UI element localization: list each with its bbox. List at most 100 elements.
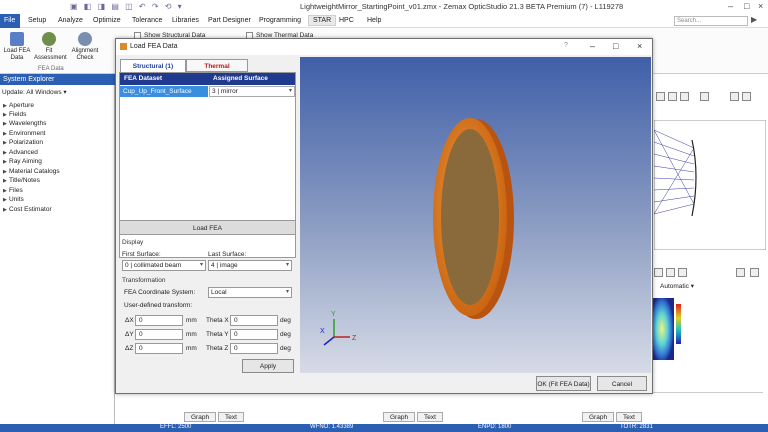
help-icon[interactable]: ? (564, 42, 568, 49)
explorer-item-units[interactable]: ▶ Units (3, 196, 24, 203)
tool-icon[interactable] (656, 92, 665, 101)
minimize-icon[interactable]: – (728, 1, 733, 11)
tool-icon[interactable] (736, 268, 745, 277)
tool-icon[interactable] (700, 92, 709, 101)
surface-map-plot (652, 298, 681, 360)
status-bar: EFFL: 2500 WFNO: 1.43389 ENPD: 1800 TOTR… (0, 424, 768, 432)
play-icon[interactable]: ▶ (751, 15, 757, 24)
menu-hpc[interactable]: HPC (339, 17, 354, 24)
axis-x-label: X (320, 328, 325, 335)
dialog-minimize-icon[interactable]: – (590, 41, 595, 51)
menu-tolerance[interactable]: Tolerance (132, 17, 162, 24)
search-input[interactable]: Search... (674, 16, 748, 26)
dx-label: ΔX (125, 317, 134, 324)
layout-plot (654, 120, 766, 250)
menu-analyze[interactable]: Analyze (58, 17, 83, 24)
explorer-item-polarization[interactable]: ▶ Polarization (3, 139, 43, 146)
table-header: FEA Dataset Assigned Surface (120, 73, 295, 85)
dz-unit: mm (186, 345, 197, 352)
tool-icon[interactable] (742, 92, 751, 101)
menu-part-designer[interactable]: Part Designer (208, 17, 251, 24)
right-analysis-area: Automatic ▾ (650, 74, 768, 424)
fea-dataset-cell[interactable]: Cup_Up_Front_Surface (120, 86, 208, 97)
text-tab-3[interactable]: Text (616, 412, 642, 422)
menu-setup[interactable]: Setup (28, 17, 46, 24)
theta-x-unit: deg (280, 317, 291, 324)
status-enpd: ENPD: 1800 (478, 424, 512, 430)
maximize-icon[interactable]: □ (744, 1, 749, 11)
explorer-item-aperture[interactable]: ▶ Aperture (3, 102, 34, 109)
explorer-item-ray-aiming[interactable]: ▶ Ray Aiming (3, 158, 42, 165)
dialog-app-icon (120, 43, 127, 50)
last-surface-label: Last Surface: (208, 251, 247, 258)
apply-button[interactable]: Apply (242, 359, 294, 373)
explorer-item-environment[interactable]: ▶ Environment (3, 130, 46, 137)
tool-icon[interactable] (730, 92, 739, 101)
tool-icon[interactable] (678, 268, 687, 277)
tool-icon[interactable] (750, 268, 759, 277)
tool-icon[interactable] (654, 268, 663, 277)
dx-unit: mm (186, 317, 197, 324)
automatic-dropdown[interactable]: Automatic ▾ (660, 282, 694, 290)
graph-tab-2[interactable]: Graph (383, 412, 416, 422)
explorer-item-material-catalogs[interactable]: ▶ Material Catalogs (3, 168, 60, 175)
explorer-item-cost-estimator[interactable]: ▶ Cost Estimator (3, 206, 52, 213)
dz-input[interactable]: 0 (135, 343, 183, 354)
graph-tab-3[interactable]: Graph (582, 412, 615, 422)
status-totr: TOTR: 2831 (620, 424, 653, 430)
fit-assessment-icon (42, 32, 56, 46)
explorer-item-title-notes[interactable]: ▶ Title/Notes (3, 177, 40, 184)
theta-z-label: Theta Z (206, 345, 229, 352)
window-title-bar: ▣ ◧ ◨ ▤ ◫ ↶ ↷ ⟲ ▾ LightweightMirror_Star… (0, 0, 768, 14)
coord-system-select[interactable]: Local ▾ (208, 287, 292, 298)
menu-programming[interactable]: Programming (259, 17, 301, 24)
update-dropdown[interactable]: Update: All Windows ▾ (2, 88, 67, 96)
first-surface-select[interactable]: 0 | collimated beam ▾ (122, 260, 206, 271)
tab-structural[interactable]: Structural (1) (120, 59, 186, 72)
theta-x-label: Theta X (206, 317, 229, 324)
user-transform-label: User-defined transform: (124, 302, 193, 309)
text-tab-2[interactable]: Text (417, 412, 443, 422)
tool-icon[interactable] (680, 92, 689, 101)
dx-input[interactable]: 0 (135, 315, 183, 326)
alignment-check-button[interactable]: Alignment Check (70, 32, 100, 62)
explorer-item-fields[interactable]: ▶ Fields (3, 111, 26, 118)
tool-icon[interactable] (668, 92, 677, 101)
tab-thermal[interactable]: Thermal (186, 59, 248, 72)
load-fea-data-button[interactable]: Load FEA Data (2, 32, 32, 62)
load-fea-button[interactable]: Load FEA (119, 220, 296, 235)
tool-icon[interactable] (666, 268, 675, 277)
status-effl: EFFL: 2500 (160, 424, 192, 430)
text-tab-1[interactable]: Text (218, 412, 244, 422)
theta-z-unit: deg (280, 345, 291, 352)
quick-access-toolbar[interactable]: ▣ ◧ ◨ ▤ ◫ ↶ ↷ ⟲ ▾ (70, 2, 184, 11)
dialog-maximize-icon[interactable]: □ (613, 41, 618, 51)
theta-y-label: Theta Y (206, 331, 229, 338)
theta-z-input[interactable]: 0 (230, 343, 278, 354)
ok-fit-fea-data-button[interactable]: OK (Fit FEA Data) (536, 376, 591, 391)
dialog-close-icon[interactable]: × (637, 41, 642, 51)
fea-3d-viewport[interactable]: X Y Z (300, 57, 651, 373)
theta-y-input[interactable]: 0 (230, 329, 278, 340)
bottom-pane-1 (175, 392, 365, 414)
transformation-section-label: Transformation (122, 277, 166, 284)
last-surface-select[interactable]: 4 | image ▾ (208, 260, 292, 271)
explorer-item-advanced[interactable]: ▶ Advanced (3, 149, 38, 156)
menu-star[interactable]: STAR (308, 15, 337, 26)
close-icon[interactable]: × (758, 1, 763, 11)
load-fea-dialog: Load FEA Data ? – □ × Structural (1) The… (115, 38, 653, 394)
menu-optimize[interactable]: Optimize (93, 17, 121, 24)
assigned-surface-select[interactable]: 3 | mirror ▾ (209, 86, 295, 97)
menu-libraries[interactable]: Libraries (172, 17, 199, 24)
explorer-item-files[interactable]: ▶ Files (3, 187, 23, 194)
theta-y-unit: deg (280, 331, 291, 338)
theta-x-input[interactable]: 0 (230, 315, 278, 326)
cancel-button[interactable]: Cancel (597, 376, 647, 391)
dy-input[interactable]: 0 (135, 329, 183, 340)
fit-assessment-button[interactable]: Fit Assessment (34, 32, 67, 62)
graph-tab-1[interactable]: Graph (184, 412, 217, 422)
file-menu[interactable]: File (0, 14, 20, 28)
explorer-item-wavelengths[interactable]: ▶ Wavelengths (3, 120, 46, 127)
menu-help[interactable]: Help (367, 17, 381, 24)
bottom-pane-3 (573, 392, 763, 414)
